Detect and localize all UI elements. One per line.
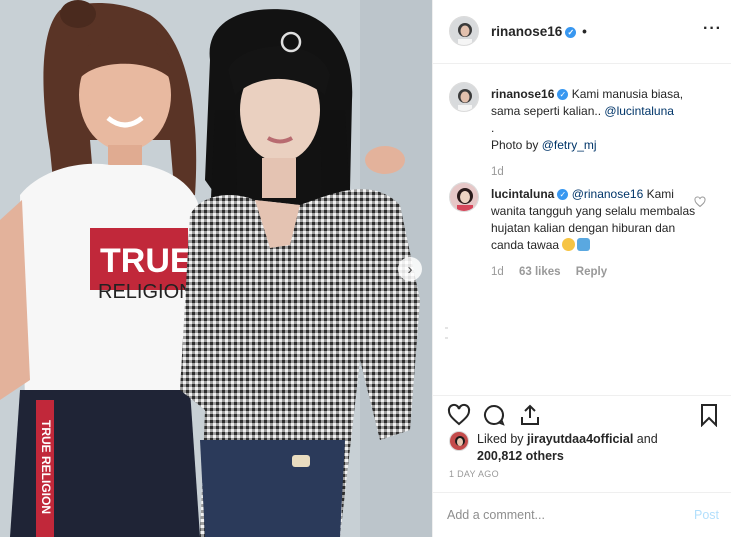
comment-mention-link[interactable]: @rinanose16 [572, 187, 644, 201]
pants-stripe-text: TRUE RELIGION [39, 420, 53, 514]
post-header: rinanose16 ✓ • ··· [433, 0, 731, 64]
comment-input[interactable] [447, 505, 667, 525]
comment-text: lucintaluna ✓ @rinanose16 Kami wanita tan… [491, 186, 706, 281]
header-username[interactable]: rinanose16 ✓ • [491, 24, 587, 39]
faded-divider [445, 327, 448, 329]
comments-list[interactable]: rinanose16 ✓ Kami manusia biasa, sama sep… [433, 65, 731, 395]
shirt-print-true: TRUE [100, 242, 193, 280]
caption-separator: . [491, 121, 495, 135]
raised-hands-emoji-icon [577, 238, 591, 251]
post-details-panel: rinanose16 ✓ • ··· rinanose16 ✓ Kami manus… [432, 0, 731, 537]
comment-meta: 1d 63 likes Reply [491, 264, 706, 281]
reply-button[interactable]: Reply [576, 266, 607, 278]
photo-credit-prefix: Photo by [491, 138, 542, 152]
header-dot: • [582, 24, 587, 39]
header-username-text[interactable]: rinanose16 [491, 24, 562, 39]
likes-middle: and [633, 432, 658, 446]
comment-username[interactable]: lucintaluna [491, 187, 554, 201]
comment-age[interactable]: 1d [491, 266, 504, 278]
laughing-emoji-icon [562, 238, 576, 251]
more-options-icon[interactable]: ··· [703, 20, 722, 38]
comment-likes[interactable]: 63 likes [519, 266, 561, 278]
caption-age[interactable]: 1d [491, 166, 504, 178]
caption-mention-link[interactable]: @lucintaluna [604, 104, 674, 118]
post-actions [433, 395, 731, 435]
caption-meta: 1d [491, 164, 706, 181]
like-comment-heart-icon[interactable] [694, 196, 706, 208]
verified-badge-icon: ✓ [557, 89, 569, 100]
like-heart-icon[interactable] [447, 403, 471, 427]
avatar[interactable] [449, 431, 469, 451]
comment-bubble-icon[interactable] [482, 403, 506, 427]
avatar[interactable] [449, 82, 479, 112]
caption-username[interactable]: rinanose16 [491, 87, 554, 101]
likes-prefix: Liked by [477, 432, 528, 446]
post-timestamp[interactable]: 1 DAY AGO [449, 469, 499, 479]
share-icon[interactable] [518, 403, 542, 427]
photo-credit-link[interactable]: @fetry_mj [542, 138, 597, 152]
next-photo-arrow-icon[interactable]: › [398, 257, 422, 281]
verified-badge-icon: ✓ [565, 27, 577, 38]
post-photo[interactable]: TRUE RELIGION TRUE RELIGION › [0, 0, 432, 537]
likes-text: Liked by jirayutdaa4official and 200,812… [477, 431, 717, 465]
avatar[interactable] [449, 16, 479, 46]
faded-divider [445, 337, 448, 339]
verified-badge-icon: ✓ [557, 189, 569, 200]
liked-by-user-link[interactable]: jirayutdaa4official [527, 432, 633, 446]
likes-count-link[interactable]: 200,812 others [477, 449, 564, 463]
photo-illustration: TRUE RELIGION TRUE RELIGION [0, 0, 432, 537]
avatar[interactable] [449, 182, 479, 212]
post-comment-button[interactable]: Post [694, 508, 719, 522]
bookmark-icon[interactable] [697, 403, 721, 427]
shirt-print-religion: RELIGION [98, 281, 194, 303]
add-comment-form: Post [433, 492, 731, 537]
caption-text: rinanose16 ✓ Kami manusia biasa, sama sep… [491, 86, 706, 181]
